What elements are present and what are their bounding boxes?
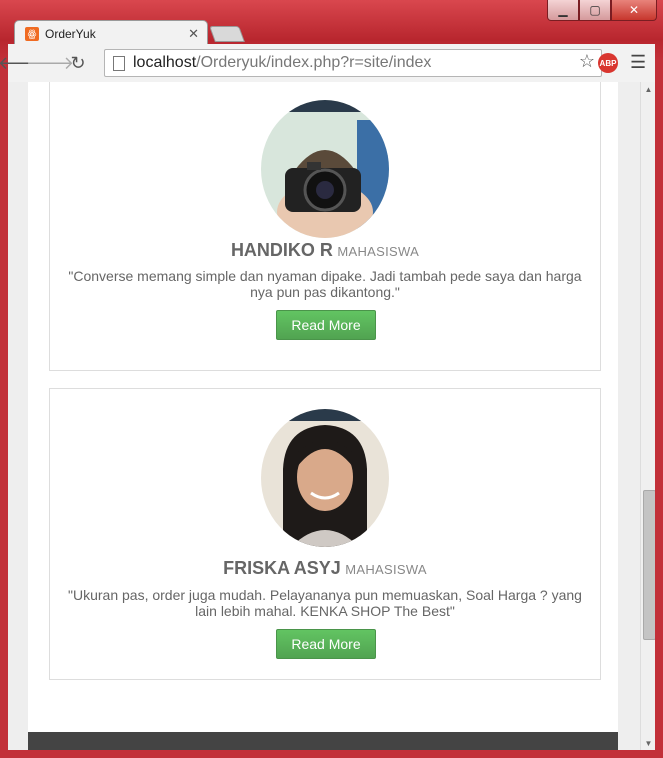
reload-button[interactable]: ↻ bbox=[64, 49, 92, 77]
address-bar[interactable]: localhost/Orderyuk/index.php?r=site/inde… bbox=[104, 49, 602, 77]
avatar bbox=[261, 409, 389, 547]
testimonial-name: HANDIKO R bbox=[230, 240, 333, 260]
scroll-down-arrow-icon[interactable]: ▼ bbox=[641, 736, 655, 750]
testimonial-card: FRISKA ASYJ MAHASISWA "Ukuran pas, order… bbox=[49, 388, 601, 680]
url-host: localhost bbox=[133, 54, 197, 71]
chrome-menu-icon[interactable]: ☰ bbox=[630, 52, 646, 73]
xampp-icon: ꙮ bbox=[25, 27, 39, 41]
avatar bbox=[261, 100, 389, 238]
testimonial-role: MAHASISWA bbox=[345, 562, 427, 577]
window-controls: ▁ ▢ ✕ bbox=[547, 0, 657, 21]
forward-button[interactable]: 🡒 bbox=[26, 49, 74, 77]
testimonial-name-line: FRISKA ASYJ MAHASISWA bbox=[50, 558, 600, 579]
scroll-up-arrow-icon[interactable]: ▲ bbox=[641, 82, 655, 96]
url-path: /Orderyuk/index.php?r=site/index bbox=[196, 54, 432, 71]
testimonial-name: FRISKA ASYJ bbox=[223, 558, 341, 578]
page-icon bbox=[113, 55, 125, 71]
testimonial-role: MAHASISWA bbox=[337, 244, 420, 259]
testimonial-card: HANDIKO R MAHASISWA "Converse memang sim… bbox=[49, 82, 601, 371]
read-more-button[interactable]: Read More bbox=[276, 629, 376, 659]
testimonial-quote: "Ukuran pas, order juga mudah. Pelayanan… bbox=[68, 587, 582, 619]
close-tab-icon[interactable]: ✕ bbox=[188, 26, 199, 42]
close-window-button[interactable]: ✕ bbox=[611, 0, 657, 21]
tab-title: OrderYuk bbox=[45, 27, 96, 41]
scrollbar-thumb[interactable] bbox=[643, 490, 655, 640]
page-viewport: HANDIKO R MAHASISWA "Converse memang sim… bbox=[8, 82, 655, 750]
browser-toolbar: 🡐 🡒 ↻ localhost/Orderyuk/index.php?r=sit… bbox=[0, 44, 655, 82]
minimize-button[interactable]: ▁ bbox=[547, 0, 579, 21]
page-content: HANDIKO R MAHASISWA "Converse memang sim… bbox=[28, 82, 618, 750]
adblock-plus-icon[interactable]: ABP bbox=[598, 53, 618, 73]
bookmark-star-icon[interactable]: ☆ bbox=[579, 51, 595, 72]
footer-bar bbox=[28, 732, 618, 750]
testimonial-quote: "Converse memang simple dan nyaman dipak… bbox=[68, 268, 582, 300]
vertical-scrollbar[interactable]: ▲ ▼ bbox=[640, 82, 655, 750]
testimonial-name-line: HANDIKO R MAHASISWA bbox=[50, 240, 600, 261]
new-tab-button[interactable] bbox=[209, 26, 245, 42]
maximize-button[interactable]: ▢ bbox=[579, 0, 611, 21]
browser-tab[interactable]: ꙮ OrderYuk ✕ bbox=[14, 20, 208, 47]
browser-window: ▁ ▢ ✕ ꙮ OrderYuk ✕ 🡐 🡒 ↻ localhost/Order… bbox=[0, 0, 663, 758]
read-more-button[interactable]: Read More bbox=[276, 310, 376, 340]
